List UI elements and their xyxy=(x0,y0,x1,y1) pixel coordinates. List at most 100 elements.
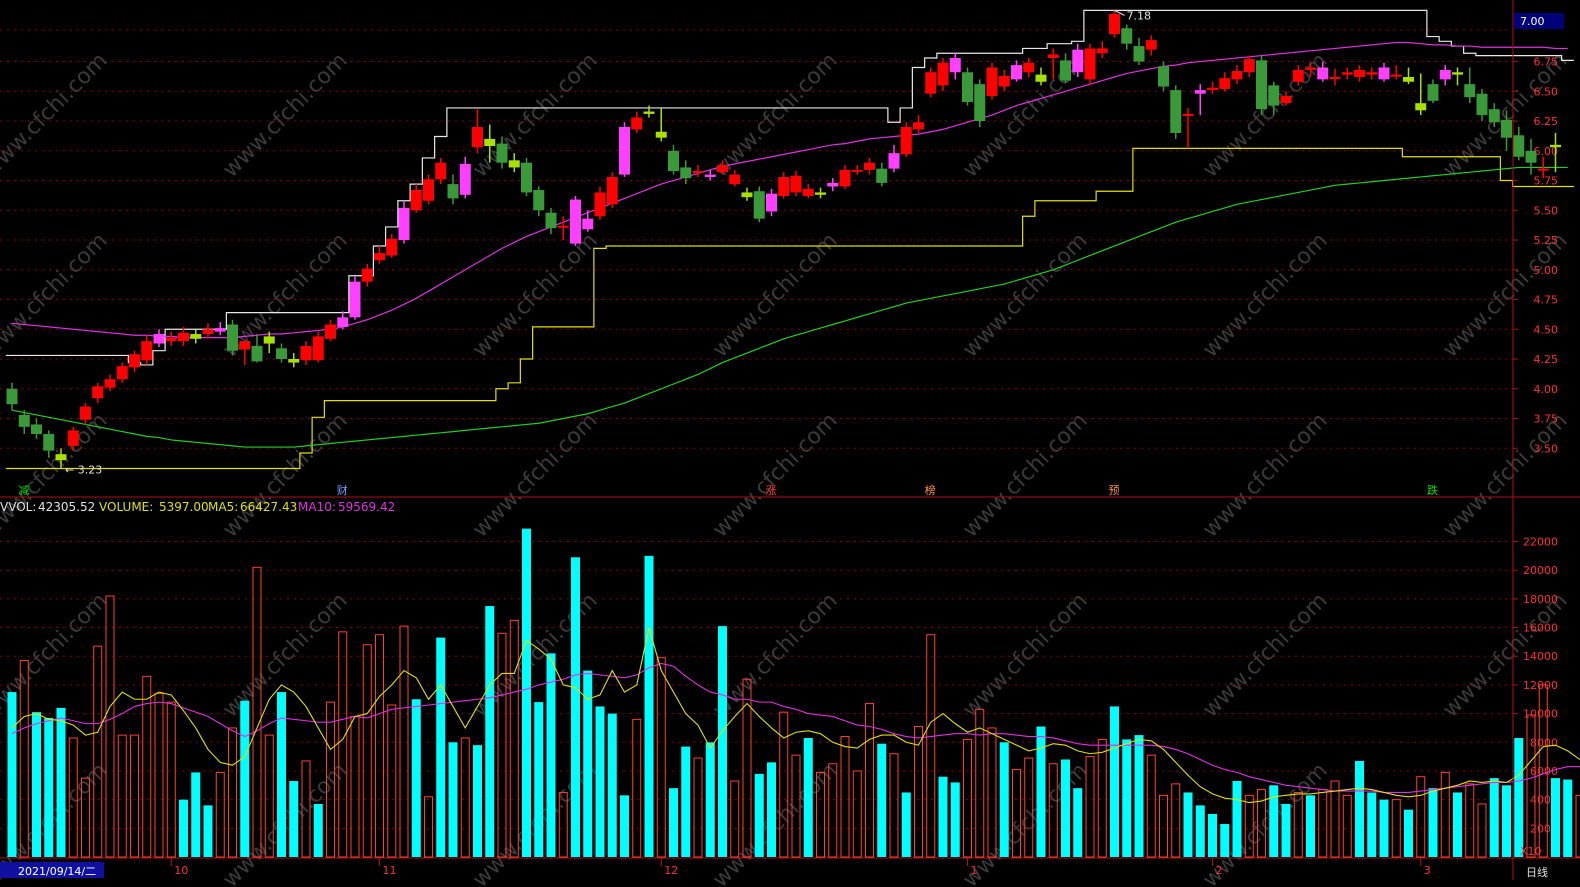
volume-bar[interactable] xyxy=(877,743,887,857)
date-axis-start[interactable]: 2021/09/14/二 xyxy=(0,862,104,878)
volume-bar[interactable] xyxy=(1379,799,1389,857)
volume-bar[interactable] xyxy=(938,776,948,857)
candle[interactable] xyxy=(986,62,998,100)
volume-bar[interactable] xyxy=(571,557,580,857)
volume-bar[interactable] xyxy=(681,746,691,857)
candle[interactable] xyxy=(6,382,18,411)
volume-bar[interactable] xyxy=(1061,759,1070,857)
candle[interactable] xyxy=(202,323,214,339)
volume-bar[interactable] xyxy=(693,757,703,858)
candle[interactable] xyxy=(839,165,851,189)
candle[interactable] xyxy=(778,172,790,199)
volume-bar[interactable] xyxy=(1416,776,1426,858)
event-marker[interactable]: 跌 xyxy=(1427,483,1438,497)
volume-bar[interactable] xyxy=(399,625,409,858)
volume-bar[interactable] xyxy=(460,737,470,858)
volume-bar[interactable] xyxy=(375,634,384,858)
volume-bar[interactable] xyxy=(522,528,531,857)
candle[interactable] xyxy=(802,184,814,199)
candle[interactable] xyxy=(1096,41,1108,58)
candle[interactable] xyxy=(888,144,900,173)
candle[interactable] xyxy=(1170,85,1182,139)
candle[interactable] xyxy=(741,187,753,201)
candle[interactable] xyxy=(594,186,606,220)
volume-bar[interactable] xyxy=(497,632,507,858)
candle[interactable] xyxy=(1354,65,1365,82)
volume-bar[interactable] xyxy=(277,692,286,857)
volume-bar[interactable] xyxy=(436,637,446,857)
volume-bar[interactable] xyxy=(1342,794,1352,858)
candle[interactable] xyxy=(31,418,42,439)
volume-bar[interactable] xyxy=(1367,792,1377,857)
candle[interactable] xyxy=(398,200,410,244)
volume-bar[interactable] xyxy=(1073,788,1083,857)
candle[interactable] xyxy=(815,187,826,199)
volume-bar[interactable] xyxy=(1183,792,1193,857)
candle[interactable] xyxy=(1219,72,1231,92)
volume-bar[interactable] xyxy=(191,772,201,857)
volume-bar[interactable] xyxy=(93,645,103,858)
candle[interactable] xyxy=(876,162,888,187)
volume-bar[interactable] xyxy=(1514,737,1524,857)
candle[interactable] xyxy=(937,57,949,92)
candle[interactable] xyxy=(668,144,679,175)
volume-bar[interactable] xyxy=(546,653,556,857)
candle[interactable] xyxy=(141,335,153,365)
volume-bar[interactable] xyxy=(1440,771,1450,858)
volume-bar[interactable] xyxy=(595,706,605,857)
candle[interactable] xyxy=(533,186,545,217)
volume-bar[interactable] xyxy=(179,799,188,857)
candle[interactable] xyxy=(1207,81,1218,94)
candle[interactable] xyxy=(349,275,361,320)
volume-bar[interactable] xyxy=(1122,739,1132,857)
volume-bar[interactable] xyxy=(1502,785,1511,857)
volume-bar[interactable] xyxy=(130,734,139,858)
volume-bar[interactable] xyxy=(534,702,544,857)
volume-bar[interactable] xyxy=(1097,738,1107,858)
candle[interactable] xyxy=(606,172,618,208)
candle[interactable] xyxy=(545,207,557,235)
candle[interactable] xyxy=(92,382,104,404)
volume-bar[interactable] xyxy=(362,644,372,858)
volume-bar[interactable] xyxy=(7,692,17,857)
volume-bar[interactable] xyxy=(350,715,360,858)
volume-bar[interactable] xyxy=(1220,824,1230,857)
volume-bar[interactable] xyxy=(105,595,115,858)
volume-bar[interactable] xyxy=(448,742,458,857)
volume-bar[interactable] xyxy=(387,704,397,858)
candle[interactable] xyxy=(1231,65,1243,85)
volume-bar[interactable] xyxy=(1330,780,1340,858)
period-label[interactable]: 日线 xyxy=(1526,865,1548,879)
volume-bar[interactable] xyxy=(1306,795,1315,857)
candle[interactable] xyxy=(962,67,973,106)
volume-bar[interactable] xyxy=(228,727,237,858)
candle[interactable] xyxy=(1341,67,1353,80)
candle[interactable] xyxy=(1366,67,1378,80)
candle[interactable] xyxy=(410,184,422,213)
candle[interactable] xyxy=(1084,43,1096,86)
volume-bar[interactable] xyxy=(1036,726,1046,857)
volume-bar[interactable] xyxy=(632,718,642,858)
event-marker[interactable]: 财 xyxy=(337,483,348,497)
volume-bar[interactable] xyxy=(1208,813,1217,857)
candle[interactable] xyxy=(582,210,594,232)
volume-bar[interactable] xyxy=(754,773,764,857)
volume-bar[interactable] xyxy=(1318,789,1328,858)
event-marker[interactable]: 榜 xyxy=(925,483,936,497)
candle[interactable] xyxy=(325,319,336,342)
candle[interactable] xyxy=(1182,107,1194,149)
volume-bar[interactable] xyxy=(1159,794,1168,858)
volume-bar[interactable] xyxy=(620,795,629,857)
volume-bar[interactable] xyxy=(1465,783,1475,858)
volume-bar[interactable] xyxy=(1489,778,1499,857)
candle[interactable] xyxy=(435,157,447,185)
candle[interactable] xyxy=(165,331,177,346)
candle[interactable] xyxy=(116,362,128,383)
candle[interactable] xyxy=(386,234,398,258)
candle[interactable] xyxy=(851,165,863,175)
candle[interactable] xyxy=(129,350,140,373)
volume-bar[interactable] xyxy=(669,788,678,857)
candle[interactable] xyxy=(631,111,643,133)
candle[interactable] xyxy=(472,109,483,154)
volume-bar[interactable] xyxy=(424,796,433,858)
